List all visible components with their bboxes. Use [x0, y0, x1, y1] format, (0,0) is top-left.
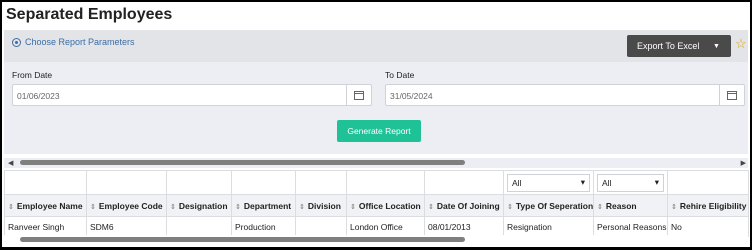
- cell-date-of-joining: 08/01/2013: [424, 216, 504, 237]
- radio-icon: [12, 37, 21, 47]
- filter-cell[interactable]: [424, 170, 504, 195]
- column-header-label: Office Location: [358, 200, 421, 211]
- filter-cell[interactable]: [346, 170, 425, 195]
- column-header-date-of-joining[interactable]: ⇕ Date Of Joining: [424, 194, 504, 217]
- generate-report-button[interactable]: Generate Report: [337, 120, 421, 142]
- sort-icon: ⇕: [350, 203, 356, 211]
- cell-reason: Personal Reasons: [593, 216, 668, 237]
- cell-rehire-eligibility: No: [667, 216, 749, 237]
- chevron-down-icon[interactable]: ▼: [713, 43, 720, 50]
- sort-icon: ⇕: [507, 203, 513, 211]
- column-header-label: Designation: [178, 200, 228, 211]
- sort-icon: ⇕: [8, 203, 14, 211]
- from-date-label: From Date: [12, 70, 53, 80]
- column-header-label: Date Of Joining: [436, 200, 500, 211]
- sort-icon: ⇕: [671, 203, 677, 211]
- column-header-reason[interactable]: ⇕ Reason: [593, 194, 668, 217]
- filter-cell[interactable]: [4, 170, 87, 195]
- employee-grid: All ▾ All ▾ ⇕ Employee Name ⇕ Employee Cod…: [4, 170, 749, 237]
- column-header-designation[interactable]: ⇕ Designation: [166, 194, 232, 217]
- filter-panel: From Date 01/06/2023 To Date 31/05/2024 …: [4, 62, 748, 154]
- table-row[interactable]: Ranveer Singh SDM6 Production London Off…: [4, 216, 749, 237]
- cell-employee-code: SDM6: [86, 216, 167, 237]
- filter-cell: All ▾: [503, 170, 594, 195]
- cell-designation: [166, 216, 232, 237]
- report-toolbar: Choose Report Parameters Export To Excel…: [4, 30, 748, 62]
- column-header-label: Rehire Eligibility: [679, 200, 747, 211]
- column-header-label: Reason: [605, 200, 637, 211]
- from-date-calendar-button[interactable]: [346, 85, 371, 105]
- filter-cell[interactable]: [295, 170, 347, 195]
- separation-type-filter-value: All: [512, 177, 522, 188]
- chevron-down-icon: ▾: [654, 177, 659, 187]
- scroll-left-icon[interactable]: ◀: [8, 159, 13, 167]
- separation-type-filter[interactable]: All ▾: [507, 173, 590, 192]
- filter-cell[interactable]: [667, 170, 749, 195]
- column-header-label: Employee Code: [98, 200, 163, 211]
- column-header-employee-code[interactable]: ⇕ Employee Code: [86, 194, 167, 217]
- choose-parameters-link[interactable]: Choose Report Parameters: [12, 37, 135, 47]
- cell-office-location: London Office: [346, 216, 425, 237]
- report-window: Separated Employees Choose Report Parame…: [2, 2, 750, 247]
- sort-icon: ⇕: [90, 203, 96, 211]
- filter-cell[interactable]: [231, 170, 296, 195]
- sort-icon: ⇕: [235, 203, 241, 211]
- calendar-icon: [354, 90, 364, 100]
- cell-division: [295, 216, 347, 237]
- cell-employee-name: Ranveer Singh: [4, 216, 87, 237]
- export-label: Export To Excel: [637, 41, 700, 51]
- chevron-down-icon: ▾: [580, 177, 585, 187]
- page-title: Separated Employees: [6, 6, 173, 23]
- column-header-label: Division: [307, 200, 341, 211]
- sort-icon: ⇕: [299, 203, 305, 211]
- calendar-icon: [727, 90, 737, 100]
- scroll-right-icon[interactable]: ▶: [741, 159, 746, 167]
- reason-filter[interactable]: All ▾: [597, 173, 664, 192]
- cell-type-of-separation: Resignation: [503, 216, 594, 237]
- reason-filter-value: All: [602, 177, 612, 188]
- to-date-field[interactable]: 31/05/2024: [385, 84, 745, 106]
- filter-cell: All ▾: [593, 170, 668, 195]
- cell-department: Production: [231, 216, 296, 237]
- to-date-calendar-button[interactable]: [719, 85, 744, 105]
- star-icon[interactable]: ☆: [735, 36, 747, 52]
- column-header-employee-name[interactable]: ⇕ Employee Name: [4, 194, 87, 217]
- top-horizontal-scrollbar[interactable]: ◀ ▶: [4, 158, 748, 168]
- export-to-excel-button[interactable]: Export To Excel ▼: [627, 35, 731, 57]
- sort-icon: ⇕: [170, 203, 176, 211]
- column-header-division[interactable]: ⇕ Division: [295, 194, 347, 217]
- column-header-label: Employee Name: [16, 200, 83, 211]
- to-date-value: 31/05/2024: [390, 91, 433, 101]
- filter-row: All ▾ All ▾: [4, 170, 749, 195]
- sort-icon: ⇕: [428, 203, 434, 211]
- column-header-rehire-eligibility[interactable]: ⇕ Rehire Eligibility: [667, 194, 749, 217]
- bottom-horizontal-scrollbar[interactable]: [4, 235, 748, 245]
- choose-parameters-label: Choose Report Parameters: [25, 37, 135, 47]
- column-header-office-location[interactable]: ⇕ Office Location: [346, 194, 425, 217]
- from-date-field[interactable]: 01/06/2023: [12, 84, 372, 106]
- filter-cell[interactable]: [166, 170, 232, 195]
- scrollbar-thumb[interactable]: [20, 160, 465, 165]
- column-header-label: Department: [243, 200, 292, 211]
- header-row: ⇕ Employee Name ⇕ Employee Code ⇕ Designati…: [4, 194, 749, 217]
- filter-cell[interactable]: [86, 170, 167, 195]
- column-header-label: Type Of Seperation: [515, 200, 594, 211]
- sort-icon: ⇕: [597, 203, 603, 211]
- column-header-type-of-separation[interactable]: ⇕ Type Of Seperation: [503, 194, 594, 217]
- column-header-department[interactable]: ⇕ Department: [231, 194, 296, 217]
- to-date-label: To Date: [385, 70, 415, 80]
- scrollbar-thumb[interactable]: [20, 237, 465, 242]
- from-date-value: 01/06/2023: [17, 91, 60, 101]
